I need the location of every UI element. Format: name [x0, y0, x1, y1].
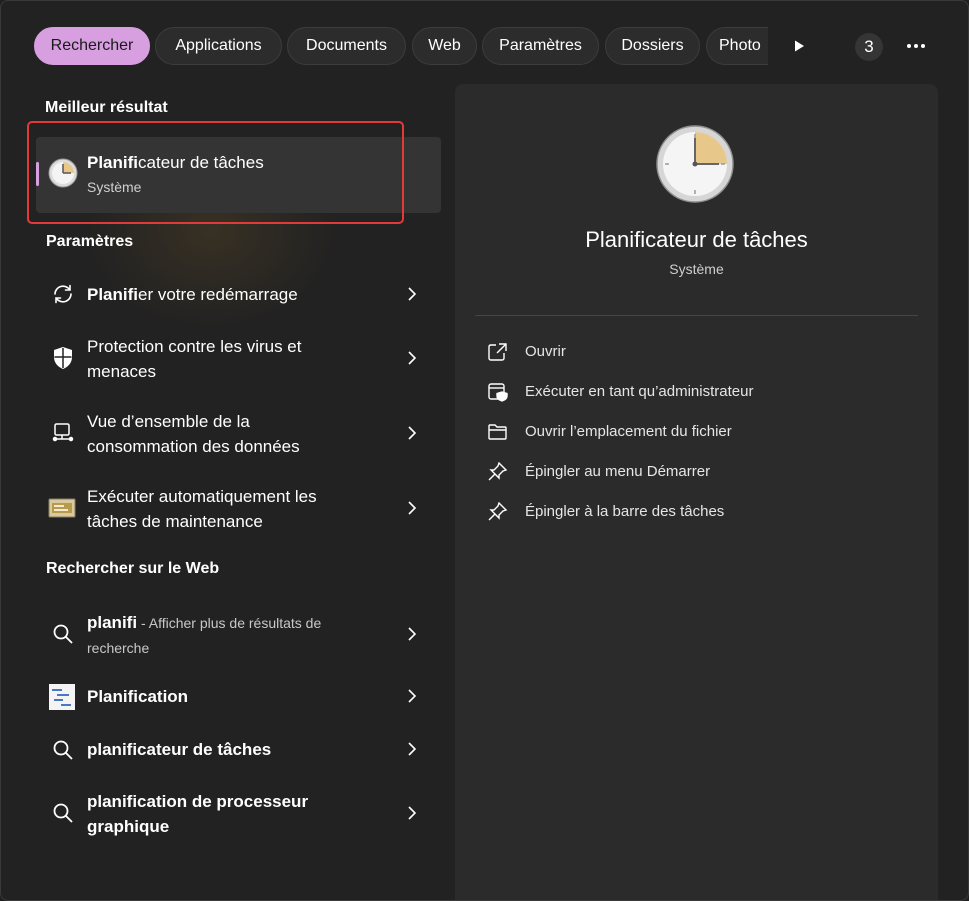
scroll-tabs-button[interactable] — [780, 27, 818, 65]
best-match-subtitle: Système — [87, 179, 142, 195]
chevron-right-icon — [408, 287, 417, 301]
web-item-label: Planification — [87, 687, 189, 706]
more-options-button[interactable] — [897, 27, 935, 65]
search-icon — [50, 621, 76, 647]
refresh-icon — [50, 281, 76, 307]
web-item-label: planification de processeur graphique — [87, 792, 309, 836]
action-ouvrir-emplacement[interactable]: Ouvrir l’emplacement du fichier — [487, 417, 907, 447]
pin-icon — [488, 462, 508, 481]
selection-indicator — [36, 162, 39, 186]
best-match-title: Planificateur de tâches — [87, 153, 264, 172]
settings-item-consommation-donnees[interactable]: Vue d’ensemble de la consommation des don… — [36, 406, 441, 462]
settings-item-protection-virus[interactable]: Protection contre les virus et menaces — [36, 331, 441, 387]
chevron-right-icon — [408, 689, 417, 703]
divider — [475, 315, 918, 316]
web-item-planifi[interactable]: planifi - Afficher plus de résultats de r… — [36, 607, 441, 663]
action-epingler-demarrer[interactable]: Épingler au menu Démarrer — [487, 457, 907, 487]
action-label: Ouvrir l’emplacement du fichier — [525, 423, 732, 440]
shield-icon — [50, 345, 76, 371]
settings-item-label: Planifier votre redémarrage — [87, 285, 298, 304]
web-heading: Rechercher sur le Web — [46, 560, 220, 577]
settings-item-label: Vue d’ensemble de la consommation des don… — [87, 412, 300, 456]
pin-icon — [488, 502, 508, 521]
tab-documents[interactable]: Documents — [287, 27, 406, 65]
detail-pane: Planificateur de tâches Système Ouvrir E… — [455, 84, 938, 900]
settings-item-label: Protection contre les virus et menaces — [87, 337, 302, 381]
web-item-label: planifi - Afficher plus de résultats de r… — [87, 613, 322, 656]
action-label: Exécuter en tant qu’administrateur — [525, 383, 754, 400]
tab-dossiers[interactable]: Dossiers — [605, 27, 700, 65]
web-item-processeur-graphique[interactable]: planification de processeur graphique — [36, 786, 441, 842]
detail-title: Planificateur de tâches — [585, 227, 808, 252]
best-match-heading: Meilleur résultat — [45, 99, 168, 116]
action-executer-admin[interactable]: Exécuter en tant qu’administrateur — [487, 377, 907, 407]
action-epingler-barre-taches[interactable]: Épingler à la barre des tâches — [487, 497, 907, 527]
settings-item-label: Exécuter automatiquement les tâches de ma… — [87, 487, 317, 531]
gantt-icon — [48, 684, 76, 710]
settings-item-maintenance[interactable]: Exécuter automatiquement les tâches de ma… — [36, 481, 441, 537]
web-item-planificateur-taches[interactable]: planificateur de tâches — [36, 727, 441, 773]
action-ouvrir[interactable]: Ouvrir — [487, 337, 907, 367]
detail-subtitle: Système — [669, 261, 724, 277]
tab-photos[interactable]: Photo — [706, 27, 768, 65]
chevron-right-icon — [408, 806, 417, 820]
chevron-right-icon — [408, 627, 417, 641]
search-icon — [50, 737, 76, 763]
settings-heading: Paramètres — [46, 233, 134, 250]
tab-parametres[interactable]: Paramètres — [482, 27, 599, 65]
maintenance-icon — [48, 495, 76, 521]
play-icon — [795, 40, 804, 52]
chevron-right-icon — [408, 351, 417, 365]
tab-rechercher[interactable]: Rechercher — [34, 27, 150, 65]
best-match-item[interactable]: Planificateur de tâches Système — [36, 137, 441, 213]
search-panel: Rechercher Applications Documents Web Pa… — [0, 0, 969, 901]
open-external-icon — [488, 343, 507, 361]
run-as-admin-icon — [488, 383, 508, 402]
folder-icon — [488, 424, 507, 440]
web-item-planification[interactable]: Planification — [36, 674, 441, 720]
chevron-right-icon — [408, 742, 417, 756]
web-item-label: planificateur de tâches — [87, 740, 272, 759]
chevron-right-icon — [408, 426, 417, 440]
search-icon — [50, 800, 76, 826]
settings-item-planifier-redemarrage[interactable]: Planifier votre redémarrage — [36, 271, 441, 317]
clock-icon — [656, 125, 734, 203]
action-label: Ouvrir — [525, 343, 566, 360]
more-icon — [907, 44, 925, 48]
monitor-network-icon — [50, 420, 76, 446]
clock-icon — [48, 158, 78, 188]
action-label: Épingler à la barre des tâches — [525, 503, 725, 520]
chevron-right-icon — [408, 501, 417, 515]
filter-tabs: Rechercher Applications Documents Web Pa… — [34, 27, 934, 65]
tab-web[interactable]: Web — [412, 27, 477, 65]
tab-applications[interactable]: Applications — [155, 27, 282, 65]
action-label: Épingler au menu Démarrer — [525, 463, 711, 480]
rewards-badge[interactable]: 3 — [855, 33, 883, 61]
